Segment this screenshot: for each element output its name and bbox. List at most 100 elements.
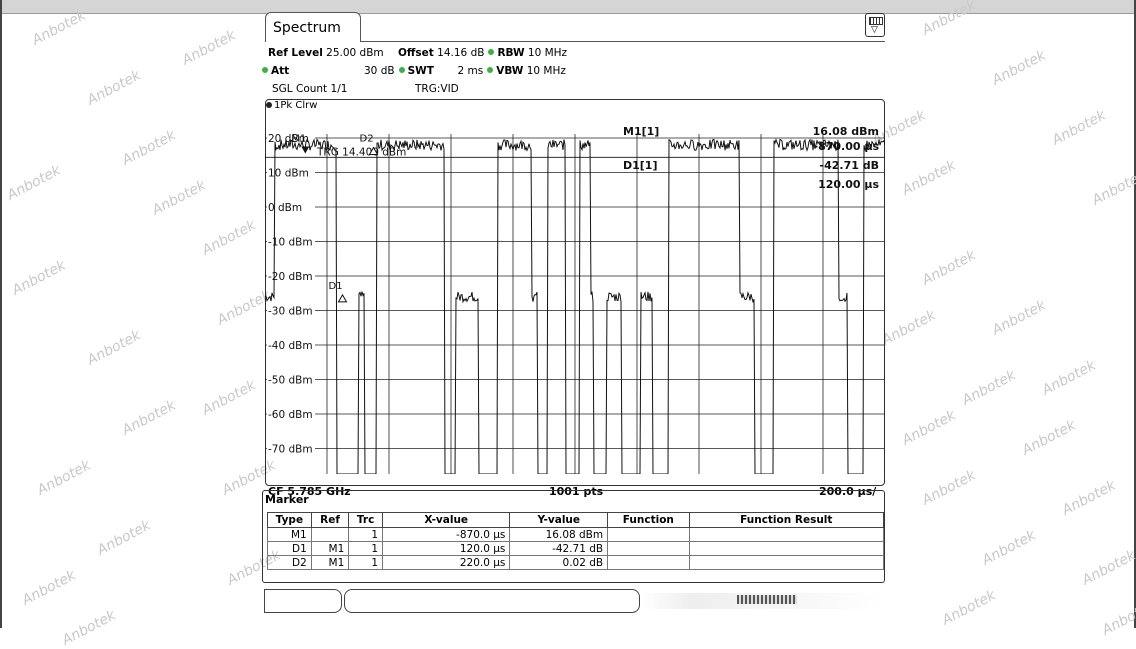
triangle-down-icon: ▽ <box>871 25 878 35</box>
marker-table-cell: 1 <box>348 541 384 556</box>
marker-table-cell: M1 <box>267 527 312 542</box>
marker-delta-icon <box>337 293 348 303</box>
watermark-text: Anbotek <box>84 67 144 109</box>
marker-table-cell <box>688 555 885 570</box>
trace-label: 1Pk Clrw <box>266 100 317 111</box>
sgl-count: SGL Count 1/1 <box>272 83 348 95</box>
status-field-2[interactable] <box>344 589 640 613</box>
spectrum-plot[interactable]: 20 dBm10 dBm0 dBm-10 dBm-20 dBm-30 dBm-4… <box>265 118 885 474</box>
watermark-text: Anbotek <box>179 27 239 69</box>
trigger-label: TRG 14.400 dBm <box>316 146 406 158</box>
watermark-text: Anbotek <box>1049 107 1109 149</box>
watermark-text: Anbotek <box>149 177 209 219</box>
marker-table-cell: D2 <box>267 555 312 570</box>
watermark-text: Anbotek <box>989 47 1049 89</box>
vbw-value[interactable]: 10 MHz <box>527 65 566 77</box>
swt-value[interactable]: 2 ms <box>437 65 484 77</box>
watermark-text: Anbotek <box>939 587 999 629</box>
watermark-text: Anbotek <box>1099 597 1136 639</box>
watermark-text: Anbotek <box>879 307 939 349</box>
watermark-text: Anbotek <box>84 327 144 369</box>
att-label: Att <box>271 65 290 77</box>
collapse-panel-button[interactable]: ▽ <box>865 13 885 37</box>
marker-table-header-cell: Y-value <box>509 512 609 528</box>
marker-triangle-icon <box>301 146 310 154</box>
settings-row-2: Att <box>258 65 289 77</box>
marker-readout-m1-label: M1[1] <box>623 125 659 138</box>
y-tick-label: 0 dBm <box>268 202 302 214</box>
table-row[interactable]: M1 1 -870.0 µs 16.08 dBm <box>267 527 885 542</box>
marker-readout-d1-label: D1[1] <box>623 159 658 172</box>
y-tick-label: -60 dBm <box>268 409 313 421</box>
status-indicator-icon <box>737 595 797 604</box>
table-row[interactable]: D2 M1 1 220.0 µs 0.02 dB <box>267 555 885 570</box>
tab-baseline <box>361 41 885 42</box>
marker-readout-m1-x: -870.00 µs <box>814 140 880 153</box>
vbw-label: VBW <box>496 65 524 77</box>
status-dot-icon <box>488 49 495 55</box>
offset-info: Offset 14.16 dB RBW 10 MHz <box>398 47 567 59</box>
marker-table-cell: 1 <box>348 555 384 570</box>
tab-spectrum-label: Spectrum <box>273 20 341 36</box>
marker-table-header-cell: Ref <box>310 512 350 528</box>
y-tick-label: -50 dBm <box>268 375 313 387</box>
y-tick-label: -40 dBm <box>268 340 313 352</box>
watermark-text: Anbotek <box>1089 167 1136 209</box>
marker-table-cell <box>310 527 350 542</box>
watermark-text: Anbotek <box>34 457 94 499</box>
marker-table-header-cell: Function Result <box>688 512 885 528</box>
offset-label: Offset <box>398 47 434 59</box>
rbw-label: RBW <box>497 47 525 59</box>
marker-label-d2: D2 <box>360 133 374 144</box>
marker-table-title: Marker <box>265 493 309 506</box>
panel-icon <box>869 17 883 25</box>
offset-value[interactable]: 14.16 dB <box>437 47 484 59</box>
att-value[interactable]: 30 dB <box>364 65 395 77</box>
marker-table-cell: D1 <box>267 541 312 556</box>
marker-table-cell: -870.0 µs <box>382 527 511 542</box>
marker-table-cell: 120.0 µs <box>382 541 511 556</box>
ref-level-value[interactable]: 25.00 dBm <box>326 47 384 59</box>
marker-readout: M1[1] 16.08 dBm -870.00 µs D1[1] -42.71 dB 12… <box>623 125 879 191</box>
marker-table-cell: M1 <box>310 555 350 570</box>
marker-table-cell: 1 <box>348 527 384 542</box>
watermark-text: Anbotek <box>199 377 259 419</box>
trace-dot-icon <box>266 102 272 108</box>
y-tick-label: 10 dBm <box>268 168 309 180</box>
status-field-1[interactable] <box>264 589 342 613</box>
y-tick-label: -30 dBm <box>268 306 313 318</box>
marker-table-header-cell: Trc <box>348 512 384 528</box>
ref-level-label: Ref Level <box>268 47 323 59</box>
marker-readout-d1-value: -42.71 dB <box>820 159 879 172</box>
marker-table-cell: -42.71 dB <box>509 541 609 556</box>
marker-table-cell <box>607 527 690 542</box>
swt-label: SWT <box>407 65 434 77</box>
y-tick-label: -70 dBm <box>268 444 313 456</box>
watermark-text: Anbotek <box>1039 357 1099 399</box>
y-tick-label: -20 dBm <box>268 271 313 283</box>
watermark-text: Anbotek <box>989 297 1049 339</box>
watermark-text: Anbotek <box>19 567 79 609</box>
watermark-text: Anbotek <box>919 247 979 289</box>
status-dot-icon <box>262 67 268 73</box>
marker-table-cell: M1 <box>310 541 350 556</box>
watermark-text: Anbotek <box>899 407 959 449</box>
watermark-text: Anbotek <box>919 467 979 509</box>
rbw-value[interactable]: 10 MHz <box>528 47 567 59</box>
marker-table-cell: 220.0 µs <box>382 555 511 570</box>
status-dot-icon <box>487 67 494 73</box>
status-bar <box>262 585 887 615</box>
watermark-text: Anbotek <box>199 217 259 259</box>
watermark-text: Anbotek <box>979 527 1039 569</box>
marker-readout-m1-value: 16.08 dBm <box>813 125 879 138</box>
settings-row-1: Ref Level 25.00 dBm <box>268 47 384 59</box>
watermark-text: Anbotek <box>1019 417 1079 459</box>
watermark-text: Anbotek <box>9 257 69 299</box>
table-row[interactable]: D1 M1 1 120.0 µs -42.71 dB <box>267 541 885 556</box>
watermark-text: Anbotek <box>959 367 1019 409</box>
tab-spectrum[interactable]: Spectrum <box>265 12 361 42</box>
marker-table-cell: 16.08 dBm <box>509 527 609 542</box>
marker-table-header-cell: X-value <box>382 512 511 528</box>
marker-table-header-cell: Function <box>607 512 690 528</box>
marker-label-d1: D1 <box>329 281 343 292</box>
